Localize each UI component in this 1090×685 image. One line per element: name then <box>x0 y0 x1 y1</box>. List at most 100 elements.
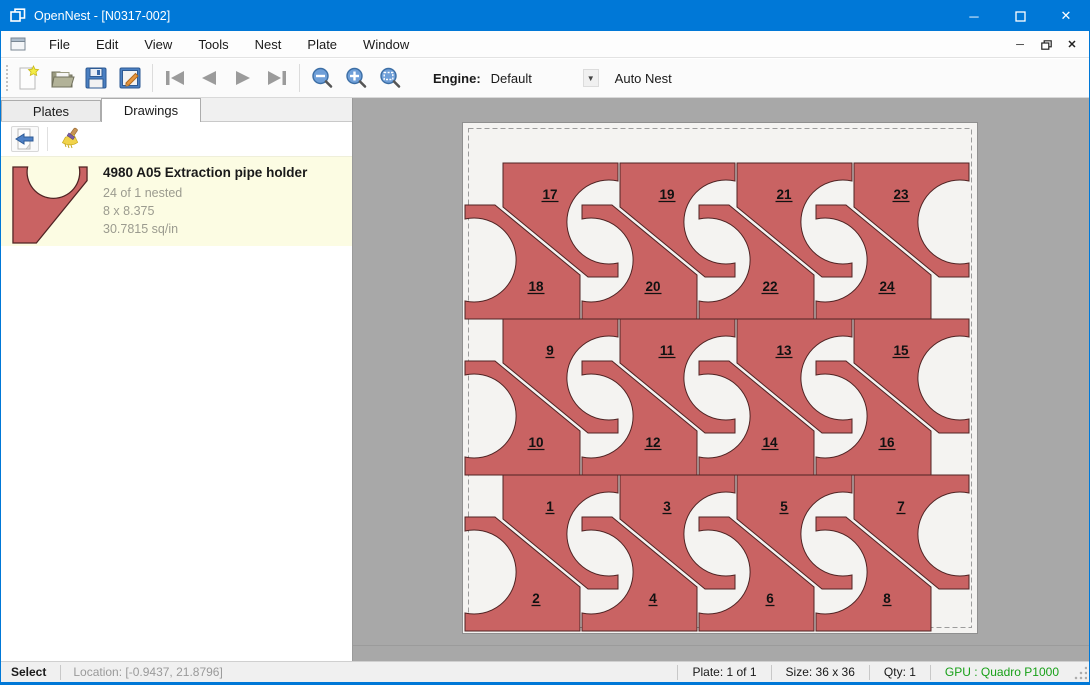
status-plate: Plate: 1 of 1 <box>678 665 770 679</box>
nest-part-label: 1 <box>546 499 554 514</box>
child-close-button[interactable]: ✕ <box>1061 35 1083 55</box>
nest-part-label: 23 <box>893 187 909 202</box>
zoom-out-icon <box>310 66 334 90</box>
drawing-area: 30.7815 sq/in <box>103 220 344 238</box>
nest-part-label: 16 <box>879 435 895 450</box>
menu-plate[interactable]: Plate <box>294 32 350 57</box>
nest-part-label: 5 <box>780 499 788 514</box>
save-icon <box>84 66 108 90</box>
app-window: OpenNest - [N0317-002] ─ ✕ File Edit Vie… <box>0 0 1090 685</box>
zoom-fit-icon <box>378 66 402 90</box>
child-restore-button[interactable] <box>1035 35 1057 55</box>
status-size: Size: 36 x 36 <box>772 665 869 679</box>
menu-window[interactable]: Window <box>350 32 422 57</box>
first-plate-button[interactable] <box>158 62 192 94</box>
save-as-icon <box>118 66 142 90</box>
nest-part-label: 12 <box>645 435 660 450</box>
go-previous-icon <box>198 69 220 87</box>
open-button[interactable] <box>45 62 79 94</box>
drawing-list-item[interactable]: 4980 A05 Extraction pipe holder 24 of 1 … <box>1 156 352 246</box>
nest-plate-svg[interactable]: 171819202122232491011121314151612345678 <box>463 123 977 633</box>
send-back-arrow-icon <box>14 127 36 151</box>
nest-part-label: 10 <box>528 435 543 450</box>
toolbar-separator <box>299 64 300 92</box>
go-last-icon <box>265 69 289 87</box>
nest-part-label: 11 <box>660 343 675 358</box>
nest-part-label: 7 <box>897 499 905 514</box>
zoom-out-button[interactable] <box>305 62 339 94</box>
menu-nest[interactable]: Nest <box>242 32 295 57</box>
new-document-icon <box>16 65 40 91</box>
nest-part-label: 3 <box>663 499 671 514</box>
auto-nest-button[interactable]: Auto Nest <box>615 71 672 86</box>
status-gpu: GPU : Quadro P1000 <box>931 665 1073 679</box>
drawing-nested-count: 24 of 1 nested <box>103 184 344 202</box>
canvas-divider <box>353 645 1089 646</box>
menu-view[interactable]: View <box>131 32 185 57</box>
sidebar-tabs: Plates Drawings <box>1 98 352 122</box>
nest-part-label: 20 <box>645 279 660 294</box>
go-next-icon <box>232 69 254 87</box>
broom-icon <box>59 127 81 151</box>
nest-part-label: 2 <box>532 591 540 606</box>
save-button[interactable] <box>79 62 113 94</box>
engine-value: Default <box>489 71 583 86</box>
engine-label: Engine: <box>433 71 481 86</box>
resize-grip[interactable] <box>1073 665 1087 680</box>
child-minimize-button[interactable]: ─ <box>1009 35 1031 55</box>
new-button[interactable] <box>11 62 45 94</box>
drawing-title: 4980 A05 Extraction pipe holder <box>103 165 344 180</box>
nest-part-label: 8 <box>883 591 891 606</box>
restore-icon <box>1041 40 1052 50</box>
status-qty: Qty: 1 <box>870 665 930 679</box>
nest-part-label: 24 <box>879 279 895 294</box>
previous-plate-button[interactable] <box>192 62 226 94</box>
chevron-down-icon[interactable]: ▼ <box>583 69 599 87</box>
save-as-button[interactable] <box>113 62 147 94</box>
menu-tools[interactable]: Tools <box>185 32 241 57</box>
nest-part-label: 14 <box>762 435 778 450</box>
minimize-button[interactable]: ─ <box>951 1 997 31</box>
window-title: OpenNest - [N0317-002] <box>34 9 170 23</box>
tab-plates[interactable]: Plates <box>1 100 101 121</box>
send-to-plate-button[interactable] <box>11 126 39 152</box>
menu-bar: File Edit View Tools Nest Plate Window ─… <box>1 31 1089 58</box>
maximize-button[interactable] <box>997 1 1043 31</box>
close-button[interactable]: ✕ <box>1043 1 1089 31</box>
tab-drawings[interactable]: Drawings <box>101 98 201 122</box>
document-window-icon <box>10 37 26 51</box>
sidebar: Plates Drawings <box>1 98 353 661</box>
last-plate-button[interactable] <box>260 62 294 94</box>
status-bar: Select Location: [-0.9437, 21.8796] Plat… <box>1 661 1089 682</box>
engine-combobox[interactable]: Default ▼ <box>489 67 599 89</box>
maximize-icon <box>1015 11 1026 22</box>
zoom-in-icon <box>344 66 368 90</box>
nest-part-label: 4 <box>649 591 657 606</box>
clean-button[interactable] <box>56 126 84 152</box>
main-toolbar: Engine: Default ▼ Auto Nest <box>1 59 1089 98</box>
part-thumbnail <box>9 163 91 240</box>
zoom-in-button[interactable] <box>339 62 373 94</box>
title-bar: OpenNest - [N0317-002] ─ ✕ <box>1 1 1089 31</box>
nest-part-label: 21 <box>776 187 792 202</box>
nest-part-label: 9 <box>546 343 554 358</box>
plate[interactable]: 171819202122232491011121314151612345678 <box>462 122 978 634</box>
nest-part-label: 22 <box>762 279 777 294</box>
menu-edit[interactable]: Edit <box>83 32 131 57</box>
part-shape-thumbnail <box>11 165 89 245</box>
zoom-fit-button[interactable] <box>373 62 407 94</box>
toolbar-separator <box>152 64 153 92</box>
drawing-size: 8 x 8.375 <box>103 202 344 220</box>
nest-part-label: 17 <box>542 187 557 202</box>
next-plate-button[interactable] <box>226 62 260 94</box>
nest-canvas[interactable]: 171819202122232491011121314151612345678 <box>353 98 1089 661</box>
window-border <box>1 682 1089 684</box>
app-icon <box>10 8 26 24</box>
status-location: Location: [-0.9437, 21.8796] <box>61 665 234 679</box>
nest-part-label: 6 <box>766 591 774 606</box>
status-mode: Select <box>1 665 60 679</box>
sidebar-toolbar <box>1 122 352 156</box>
menu-file[interactable]: File <box>36 32 83 57</box>
open-folder-icon <box>49 66 75 90</box>
go-first-icon <box>163 69 187 87</box>
